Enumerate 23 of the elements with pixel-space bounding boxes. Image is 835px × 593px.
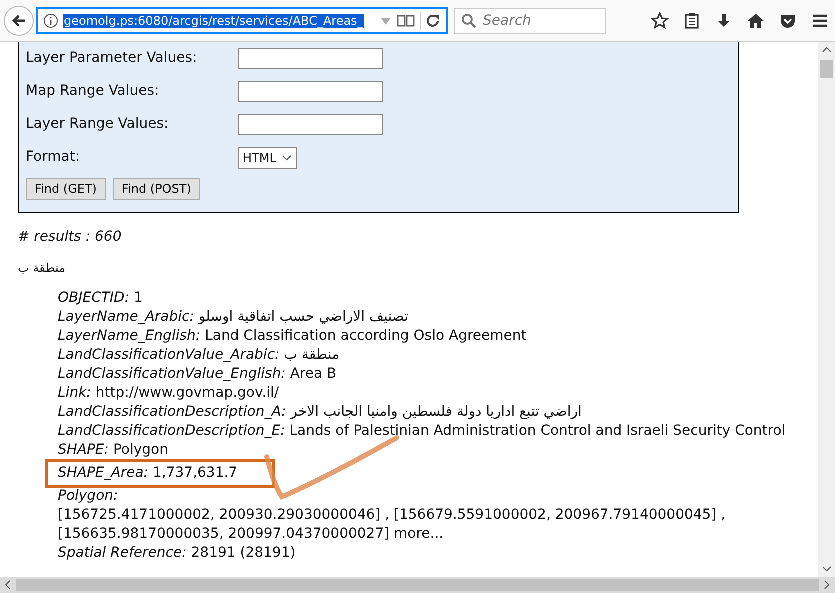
highlighted-attribute: SHAPE_Area: 1,737,631.7 [48,462,272,485]
attribute-line: LayerName_English: Land Classification according Oslo Agreement [58,327,527,346]
attribute-line: LandClassificationDescription_E: Lands of Palestinian Administration Control and Israeli Security Control [58,422,786,441]
format-select[interactable]: HTML [238,147,298,169]
find-button[interactable]: Find (GET) [26,178,106,200]
attribute-line: Link: http://www.govmap.gov.il/ [58,384,280,403]
search-field[interactable]: Search [454,8,606,34]
results-count: # results : 660 [18,229,123,245]
attribute-line: LandClassificationValue_English: Area B [58,365,337,384]
url-text: geomolg.ps:6080/arcgis/rest/services/ABC_Areas_ [63,14,364,28]
attribute-line: Polygon: [58,487,118,506]
field-label: Layer Parameter Values: [26,50,198,66]
address-bar[interactable]: geomolg.ps:6080/arcgis/rest/services/ABC_Areas_ [36,7,448,34]
field-label: Layer Range Values: [26,116,170,132]
attribute-line: SHAPE: Polygon [58,441,168,460]
field-label: Map Range Values: [26,83,160,99]
field-label: Format: [26,149,82,165]
attribute-line: OBJECTID: 1 [58,289,143,308]
result-title: منطقة ب [18,261,66,275]
find-button[interactable]: Find (POST) [112,178,200,200]
polygon-coordinates: [156725.4171000002, 200930.29030000046] , [156679.5591000002, 200967.79140000045] , [58,506,726,525]
polygon-coordinates: [156635.98170000035, 200997.04370000027] more... [58,525,444,544]
attribute-line: Spatial Reference: 28191 (28191) [58,544,296,563]
